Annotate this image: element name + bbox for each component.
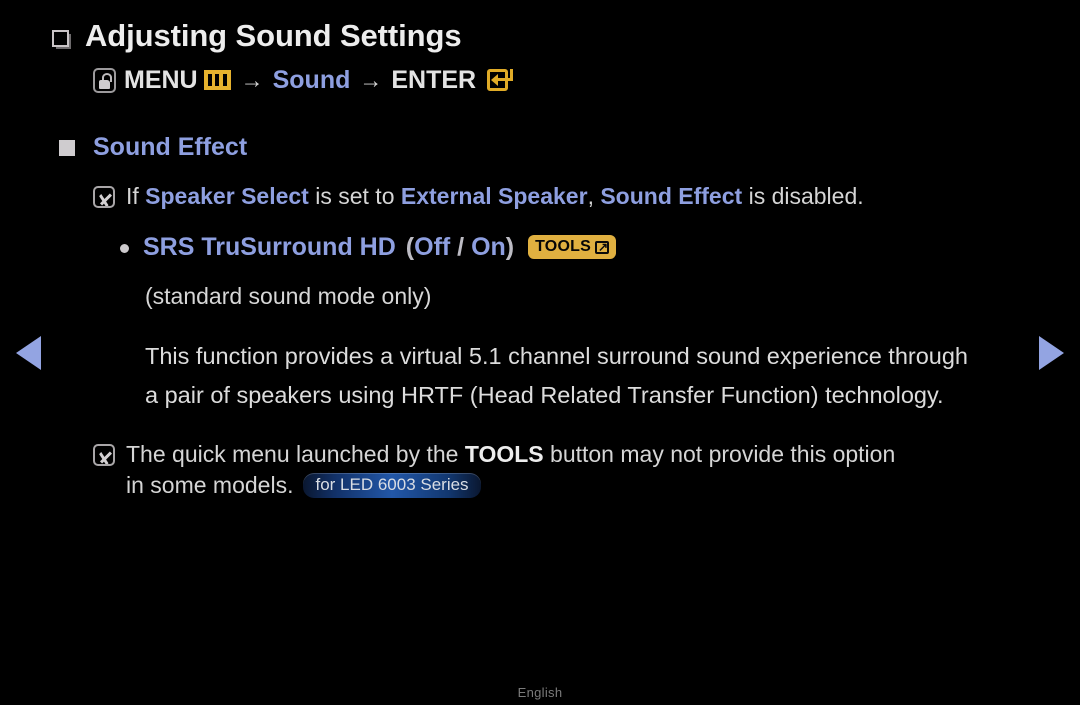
option-value-sep: / <box>450 233 472 261</box>
note-seg-2: is set to <box>308 183 401 209</box>
footer-language: English <box>517 685 563 700</box>
option-item: SRS TruSurround HD (Off / On) TOOLS ↗ <box>120 231 1040 263</box>
option-paren-open: ( <box>405 233 415 261</box>
tools-badge[interactable]: TOOLS ↗ <box>528 235 616 259</box>
note-pencil-icon <box>93 444 115 466</box>
bottom-note-seg-0: The quick menu launched by the <box>126 441 465 467</box>
option-values: (Off / On) <box>406 231 514 263</box>
option-subtitle: (standard sound mode only) <box>145 283 432 309</box>
note-seg-4: , <box>587 183 601 209</box>
menu-path-menu-label: MENU <box>124 66 198 94</box>
note-seg-3: External Speaker <box>400 183 588 209</box>
bottom-note-body: The quick menu launched by the TOOLS but… <box>126 439 895 502</box>
section-heading: Sound Effect <box>52 132 1040 162</box>
menu-path-enter-label: ENTER <box>391 66 477 94</box>
page-heading: Adjusting Sound Settings <box>52 16 1040 56</box>
menu-path-arrow-1: → <box>240 67 264 93</box>
note-seg-6: is disabled. <box>742 183 864 209</box>
option-value-off: Off <box>414 233 451 261</box>
tools-badge-label: TOOLS <box>535 237 591 255</box>
option-description: This function provides a virtual 5.1 cha… <box>145 337 1040 415</box>
bottom-note-line2-text: in some models. <box>126 472 294 498</box>
menu-path-arrow-2: → <box>359 67 383 93</box>
option-name: SRS TruSurround HD <box>143 233 396 261</box>
menu-path-target-label: Sound <box>272 66 351 94</box>
note-text: If Speaker Select is set to External Spe… <box>126 181 864 211</box>
bottom-note-seg-1: TOOLS <box>464 441 544 467</box>
press-button-icon <box>93 67 116 93</box>
tools-shortcut-icon: ↗ <box>594 239 610 255</box>
enter-return-icon <box>487 69 514 91</box>
series-badge: for LED 6003 Series <box>303 473 481 498</box>
bottom-note-item: The quick menu launched by the TOOLS but… <box>93 439 1040 502</box>
section-title: Sound Effect <box>93 133 248 161</box>
note-pencil-icon <box>93 186 115 208</box>
menu-bars-icon <box>203 70 231 90</box>
note-seg-1: Speaker Select <box>145 183 309 209</box>
filled-square-bullet-icon <box>59 140 75 156</box>
manual-page: Adjusting Sound Settings MENU → Sound → … <box>0 0 1080 705</box>
menu-path: MENU → Sound → ENTER <box>93 65 1040 95</box>
page-title: Adjusting Sound Settings <box>85 18 462 53</box>
option-value-on: On <box>471 233 506 261</box>
note-seg-0: If <box>126 183 146 209</box>
round-dot-bullet-icon <box>120 244 129 253</box>
option-description-line1: This function provides a virtual 5.1 cha… <box>145 343 969 369</box>
bottom-note-line2: in some models. for LED 6003 Series <box>126 469 895 502</box>
option-paren-close: ) <box>505 233 515 261</box>
content-area: Adjusting Sound Settings MENU → Sound → … <box>0 0 1080 502</box>
option-label-group: SRS TruSurround HD (Off / On) TOOLS ↗ <box>143 231 616 263</box>
note-item: If Speaker Select is set to External Spe… <box>93 181 1040 211</box>
bottom-note-line1: The quick menu launched by the TOOLS but… <box>126 439 895 469</box>
bottom-note-seg-2: button may not provide this option <box>543 441 896 467</box>
note-seg-5: Sound Effect <box>600 183 743 209</box>
option-description-line2: a pair of speakers using HRTF (Head Rela… <box>145 382 944 408</box>
hollow-square-bullet-icon <box>52 30 69 47</box>
